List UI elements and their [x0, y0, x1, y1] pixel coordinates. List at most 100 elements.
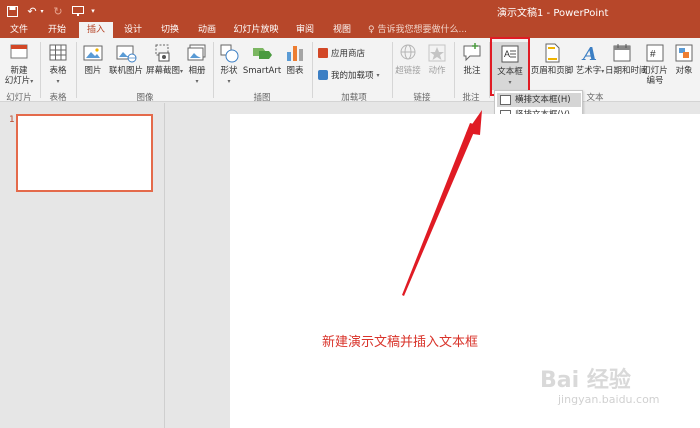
chevron-down-icon: ▾	[227, 78, 231, 85]
object-button[interactable]: 对象	[671, 42, 697, 76]
menu-item-horizontal-textbox[interactable]: 横排文本框(H)	[497, 93, 581, 107]
ribbon-separator	[40, 42, 41, 98]
tell-me-search[interactable]: ♀ 告诉我您想要做什么...	[368, 22, 467, 38]
tab-review[interactable]: 审阅	[288, 22, 322, 38]
my-addins-button[interactable]: 我的加载项 ▾	[318, 69, 380, 81]
screenshot-button[interactable]: 屏幕截图▾	[146, 42, 184, 77]
undo-dropdown-icon[interactable]: ▾	[38, 3, 46, 19]
my-addins-label: 我的加载项	[331, 71, 374, 81]
header-footer-label: 页眉和页脚	[530, 66, 574, 76]
tab-home[interactable]: 开始	[40, 22, 74, 38]
star-action-icon	[428, 44, 446, 62]
slide-thumbnail-number: 1	[9, 115, 15, 125]
document-title: 演示文稿1 - PowerPoint	[497, 8, 609, 19]
tab-transitions[interactable]: 切换	[153, 22, 187, 38]
svg-text:#: #	[650, 49, 656, 60]
object-label: 对象	[675, 66, 693, 76]
screenshot-label: 屏幕截图	[146, 66, 181, 76]
calendar-icon	[613, 44, 631, 62]
new-slide-label: 新建	[10, 66, 28, 76]
save-icon[interactable]	[4, 3, 20, 19]
ribbon-separator	[213, 42, 214, 98]
picture-icon	[83, 45, 103, 61]
store-button[interactable]: 应用商店	[318, 47, 365, 59]
smartart-button[interactable]: SmartArt	[242, 42, 282, 76]
datetime-button[interactable]: 日期和时间	[605, 42, 648, 76]
smartart-icon	[253, 48, 272, 59]
tab-insert[interactable]: 插入	[79, 22, 113, 38]
screenshot-icon	[155, 44, 170, 62]
chevron-down-icon: ▾	[30, 78, 34, 85]
group-label-tables: 表格	[49, 93, 67, 103]
tab-design[interactable]: 设计	[116, 22, 150, 38]
online-picture-icon	[116, 45, 137, 63]
header-footer-button[interactable]: 页眉和页脚	[530, 42, 574, 76]
tell-me-text: 告诉我您想要做什么...	[377, 25, 468, 35]
tab-file[interactable]: 文件	[2, 22, 36, 38]
object-icon	[675, 44, 693, 62]
annotation-text: 新建演示文稿并插入文本框	[322, 335, 479, 350]
comment-button[interactable]: 批注	[458, 42, 486, 76]
slide-number-label: 幻灯片	[642, 66, 668, 76]
wordart-button[interactable]: A 艺术字▾	[575, 42, 605, 77]
action-button[interactable]: 动作	[424, 42, 450, 76]
picture-label: 图片	[84, 66, 102, 76]
chevron-down-icon: ▾	[180, 68, 184, 75]
title-bar: ↶ ▾ ↻ ▾ 演示文稿1 - PowerPoint	[0, 0, 700, 22]
tab-slideshow[interactable]: 幻灯片放映	[228, 22, 284, 38]
picture-button[interactable]: 图片	[80, 42, 106, 76]
table-label: 表格	[49, 66, 67, 76]
photo-album-button[interactable]: 相册 ▾	[184, 42, 210, 87]
group-label-comments: 批注	[462, 93, 480, 103]
shapes-icon	[220, 44, 239, 63]
group-label-addins: 加载项	[341, 93, 367, 103]
table-icon	[49, 44, 67, 61]
shapes-label: 形状	[220, 66, 238, 76]
online-picture-button[interactable]: 联机图片	[106, 42, 146, 76]
header-footer-icon	[545, 43, 560, 63]
ribbon-separator	[312, 42, 313, 98]
table-button[interactable]: 表格 ▾	[44, 42, 72, 87]
smartart-label: SmartArt	[242, 66, 282, 76]
new-slide-button[interactable]: 新建 幻灯片▾	[4, 42, 34, 87]
new-slide-label-2: 幻灯片	[4, 76, 31, 86]
chart-button[interactable]: 图表	[282, 42, 308, 76]
slide-number-icon: #	[646, 44, 664, 62]
action-label: 动作	[428, 66, 446, 76]
hyperlink-label: 超链接	[395, 66, 421, 76]
redo-icon[interactable]: ↻	[50, 3, 66, 19]
comment-label: 批注	[463, 66, 481, 76]
slide-thumbnail[interactable]	[16, 114, 153, 192]
puzzle-icon	[318, 70, 328, 80]
customize-toolbar-icon[interactable]: ▾	[88, 3, 98, 19]
ribbon-separator	[76, 42, 77, 98]
group-label-illustrations: 插图	[253, 93, 271, 103]
ribbon-separator	[454, 42, 455, 98]
horizontal-textbox-icon	[500, 95, 511, 105]
tab-animations[interactable]: 动画	[190, 22, 224, 38]
chevron-down-icon: ▾	[195, 78, 199, 85]
wordart-icon: A	[581, 44, 597, 64]
chart-label: 图表	[286, 66, 304, 76]
shapes-button[interactable]: 形状 ▾	[216, 42, 242, 87]
group-label-text: 文本	[586, 93, 604, 103]
store-label: 应用商店	[331, 49, 366, 59]
baidu-watermark-url: jingyan.baidu.com	[558, 393, 660, 406]
tab-view[interactable]: 视图	[325, 22, 359, 38]
wordart-label: 艺术字	[575, 66, 602, 76]
slide-number-button[interactable]: # 幻灯片 编号	[640, 42, 670, 86]
ribbon-tabs: 文件 开始 插入 设计 切换 动画 幻灯片放映 审阅 视图 ♀ 告诉我您想要做什…	[0, 22, 700, 38]
new-slide-icon	[10, 44, 28, 59]
chevron-down-icon: ▾	[601, 68, 605, 75]
photo-album-label: 相册	[188, 66, 206, 76]
chart-icon	[287, 46, 303, 61]
group-label-links: 链接	[413, 93, 431, 103]
start-from-beginning-icon[interactable]	[70, 3, 86, 19]
online-picture-label: 联机图片	[108, 66, 143, 76]
store-icon	[318, 48, 328, 58]
slide-number-label-2: 编号	[646, 76, 664, 86]
chevron-down-icon: ▾	[376, 71, 380, 79]
horizontal-textbox-label: 横排文本框(H)	[515, 95, 571, 105]
hyperlink-button[interactable]: 超链接	[394, 42, 422, 76]
chevron-down-icon: ▾	[56, 78, 60, 85]
